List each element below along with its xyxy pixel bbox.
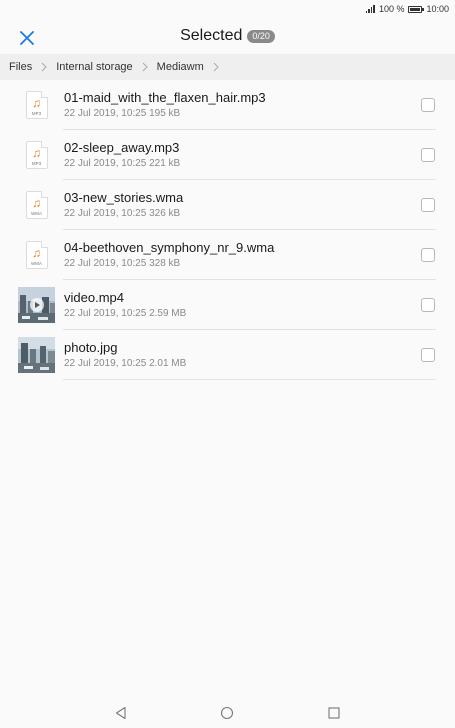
file-row[interactable]: photo.jpg 22 Jul 2019, 10:25 2.01 MB <box>0 330 455 380</box>
select-checkbox[interactable] <box>421 248 435 262</box>
file-thumbnail <box>18 287 55 323</box>
file-text: video.mp4 22 Jul 2019, 10:25 2.59 MB <box>64 290 186 320</box>
file-row[interactable]: ♫ WMA 03-new_stories.wma 22 Jul 2019, 10… <box>0 180 455 230</box>
home-circle-icon[interactable] <box>220 706 234 720</box>
close-button[interactable] <box>15 26 39 50</box>
close-icon <box>20 31 34 45</box>
file-text: 02-sleep_away.mp3 22 Jul 2019, 10:25 221… <box>64 140 180 170</box>
file-thumbnail: ♫ WMA <box>18 237 55 273</box>
file-meta: 22 Jul 2019, 10:25 326 kB <box>64 208 181 219</box>
play-icon <box>29 298 44 312</box>
file-text: 04-beethoven_symphony_nr_9.wma 22 Jul 20… <box>64 240 274 270</box>
file-extension: MP3 <box>31 160 42 166</box>
file-list: ♫ MP3 01-maid_with_the_flaxen_hair.mp3 2… <box>0 80 455 380</box>
status-bar: 100 % 10:00 <box>0 0 455 18</box>
navigation-bar <box>0 698 455 728</box>
audio-file-icon: ♫ WMA <box>25 241 48 269</box>
audio-file-icon: ♫ MP3 <box>25 141 48 169</box>
file-text: 01-maid_with_the_flaxen_hair.mp3 22 Jul … <box>64 90 266 120</box>
back-triangle-icon[interactable] <box>114 706 128 720</box>
clock: 10:00 <box>426 4 449 14</box>
breadcrumb-item-files[interactable]: Files <box>9 61 32 73</box>
chevron-right-icon <box>41 62 47 72</box>
file-meta: 22 Jul 2019, 10:25 2.01 MB <box>64 358 187 369</box>
chevron-right-icon <box>142 62 148 72</box>
audio-file-icon: ♫ MP3 <box>25 91 48 119</box>
recents-square-icon[interactable] <box>327 706 341 720</box>
file-meta: 22 Jul 2019, 10:25 328 kB <box>64 258 181 269</box>
file-extension: WMA <box>31 210 42 216</box>
audio-file-icon: ♫ WMA <box>25 191 48 219</box>
signal-icon <box>365 5 375 13</box>
battery-percent: 100 % <box>378 4 405 14</box>
page-title: Selected <box>180 27 243 44</box>
breadcrumb-item-mediawm[interactable]: Mediawm <box>157 61 204 73</box>
file-name: 01-maid_with_the_flaxen_hair.mp3 <box>64 90 266 105</box>
file-text: 03-new_stories.wma 22 Jul 2019, 10:25 32… <box>64 190 183 220</box>
file-meta: 22 Jul 2019, 10:25 2.59 MB <box>64 308 187 319</box>
file-name: 03-new_stories.wma <box>64 190 184 205</box>
music-note-icon: ♫ <box>32 95 41 110</box>
select-checkbox[interactable] <box>421 98 435 112</box>
file-name: video.mp4 <box>64 290 124 305</box>
file-name: 02-sleep_away.mp3 <box>64 140 180 155</box>
video-thumbnail <box>18 287 55 323</box>
breadcrumb: Files Internal storage Mediawm <box>0 54 455 80</box>
file-row[interactable]: video.mp4 22 Jul 2019, 10:25 2.59 MB <box>0 280 455 330</box>
file-text: photo.jpg 22 Jul 2019, 10:25 2.01 MB <box>64 340 186 370</box>
file-extension: MP3 <box>31 110 42 116</box>
music-note-icon: ♫ <box>32 245 41 260</box>
file-meta: 22 Jul 2019, 10:25 195 kB <box>64 108 181 119</box>
select-checkbox[interactable] <box>421 148 435 162</box>
music-note-icon: ♫ <box>32 145 41 160</box>
select-checkbox[interactable] <box>421 298 435 312</box>
file-meta: 22 Jul 2019, 10:25 221 kB <box>64 158 181 169</box>
file-thumbnail: ♫ MP3 <box>18 137 55 173</box>
file-row[interactable]: ♫ WMA 04-beethoven_symphony_nr_9.wma 22 … <box>0 230 455 280</box>
breadcrumb-item-internal-storage[interactable]: Internal storage <box>56 61 132 73</box>
photo-thumbnail <box>18 337 55 373</box>
select-checkbox[interactable] <box>421 198 435 212</box>
file-name: photo.jpg <box>64 340 118 355</box>
music-note-icon: ♫ <box>32 195 41 210</box>
title-bar: Selected 0/20 <box>0 18 455 54</box>
file-thumbnail: ♫ WMA <box>18 187 55 223</box>
chevron-right-icon <box>213 62 219 72</box>
selection-count-badge: 0/20 <box>247 29 275 43</box>
file-row[interactable]: ♫ MP3 01-maid_with_the_flaxen_hair.mp3 2… <box>0 80 455 130</box>
file-row[interactable]: ♫ MP3 02-sleep_away.mp3 22 Jul 2019, 10:… <box>0 130 455 180</box>
title-group: Selected 0/20 <box>180 27 275 45</box>
battery-icon <box>408 5 425 13</box>
file-thumbnail <box>18 337 55 373</box>
file-thumbnail: ♫ MP3 <box>18 87 55 123</box>
file-extension: WMA <box>31 260 42 266</box>
file-name: 04-beethoven_symphony_nr_9.wma <box>64 240 275 255</box>
select-checkbox[interactable] <box>421 348 435 362</box>
